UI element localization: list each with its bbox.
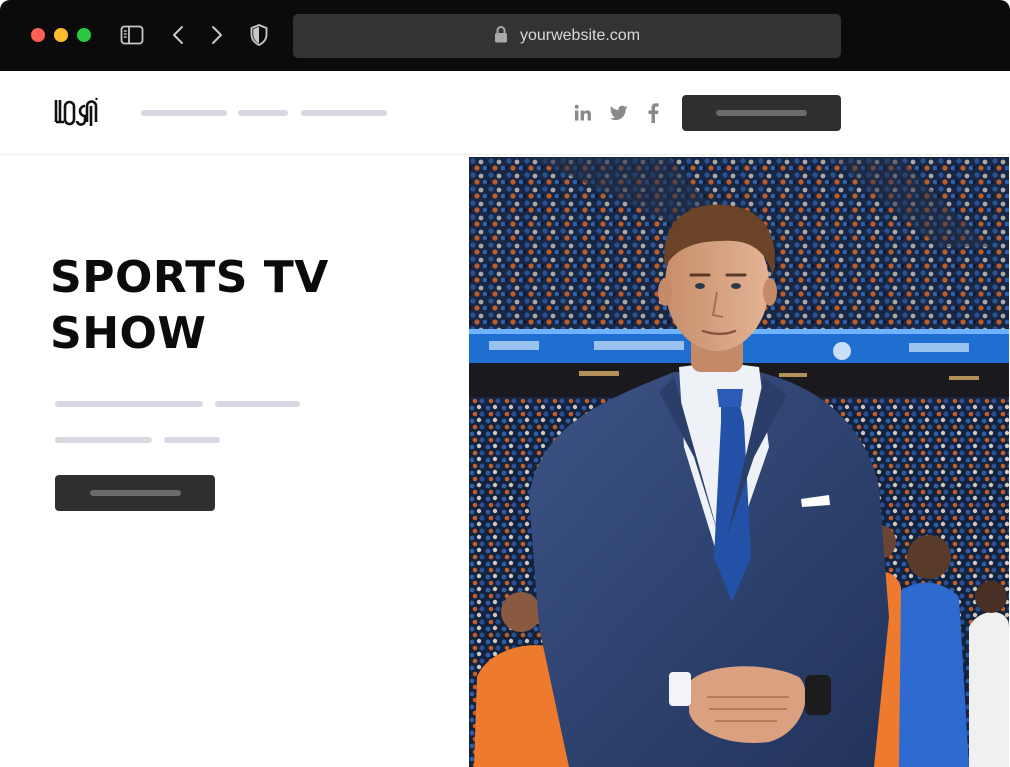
button-label-placeholder xyxy=(716,110,807,116)
nav-cta-button[interactable] xyxy=(682,95,841,131)
nav-link-placeholder[interactable] xyxy=(141,110,227,116)
hero-cta-button[interactable] xyxy=(55,475,215,511)
shield-icon[interactable] xyxy=(246,22,272,48)
url-text: yourwebsite.com xyxy=(519,27,641,44)
window-maximize-button[interactable] xyxy=(77,28,91,42)
lock-icon xyxy=(494,25,508,48)
sidebar-icon[interactable] xyxy=(119,22,145,48)
twitter-icon[interactable] xyxy=(608,102,630,124)
address-bar[interactable]: yourwebsite.com xyxy=(293,14,841,58)
hero-title-line-1: SPORTS TV xyxy=(50,252,329,303)
nav-link-placeholder[interactable] xyxy=(301,110,387,116)
back-arrow-icon[interactable] xyxy=(165,22,191,48)
browser-chrome: yourwebsite.com xyxy=(0,0,1010,71)
nav-link-placeholder[interactable] xyxy=(238,110,288,116)
hero-text-placeholder xyxy=(215,401,300,407)
linkedin-icon[interactable] xyxy=(572,102,594,124)
button-label-placeholder xyxy=(90,490,181,496)
site-navbar xyxy=(0,71,1010,155)
hero-text-placeholder xyxy=(55,401,203,407)
logo-icon[interactable] xyxy=(54,96,98,130)
hero-title-line-2: SHOW xyxy=(50,308,207,359)
hero-photo xyxy=(469,157,1009,767)
facebook-icon[interactable] xyxy=(642,102,664,124)
hero-text-placeholder xyxy=(55,437,152,443)
window-minimize-button[interactable] xyxy=(54,28,68,42)
forward-arrow-icon[interactable] xyxy=(204,22,230,48)
hero-title: SPORTS TV SHOW xyxy=(50,250,430,362)
window-close-button[interactable] xyxy=(31,28,45,42)
hero-text-placeholder xyxy=(164,437,220,443)
